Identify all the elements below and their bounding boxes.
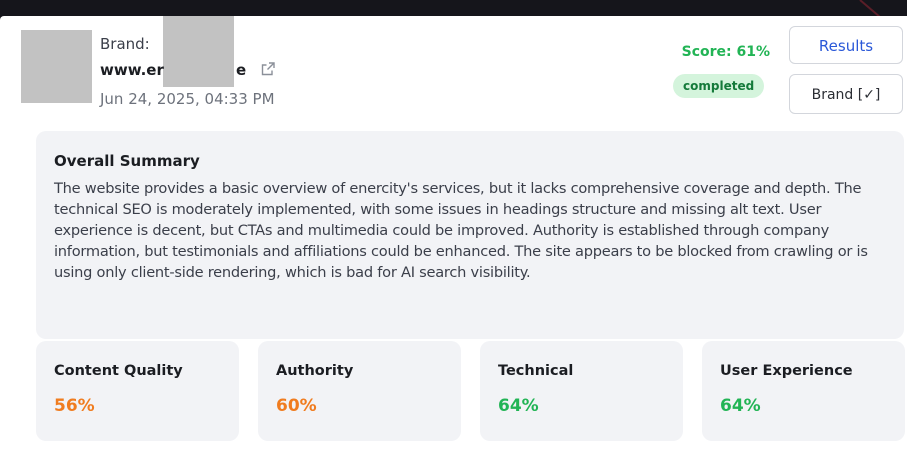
overall-summary-panel: Overall Summary The website provides a b… <box>36 131 904 339</box>
metric-label: Technical <box>498 363 574 379</box>
status-badge: completed <box>673 74 765 98</box>
metric-card-technical: Technical 64% <box>480 341 683 441</box>
brand-button[interactable]: Brand [✓] <box>789 74 903 114</box>
metric-card-authority: Authority 60% <box>258 341 461 441</box>
brand-logo-placeholder <box>21 30 92 103</box>
domain-link-suffix[interactable]: e <box>236 61 246 79</box>
brand-label: Brand: <box>100 35 150 53</box>
redaction-placeholder <box>163 16 234 87</box>
metric-value: 56% <box>54 396 95 416</box>
metric-label: Content Quality <box>54 363 183 379</box>
metric-value: 64% <box>720 396 761 416</box>
results-button[interactable]: Results <box>789 26 903 64</box>
summary-title: Overall Summary <box>54 152 200 170</box>
external-link-icon[interactable] <box>260 61 276 77</box>
metric-label: User Experience <box>720 363 853 379</box>
domain-link[interactable]: www.er <box>100 61 164 79</box>
metric-value: 64% <box>498 396 539 416</box>
summary-text: The website provides a basic overview of… <box>54 180 868 281</box>
metric-label: Authority <box>276 363 354 379</box>
metric-card-content-quality: Content Quality 56% <box>36 341 239 441</box>
metric-value: 60% <box>276 396 317 416</box>
timestamp: Jun 24, 2025, 04:33 PM <box>100 90 275 108</box>
score-text: Score: 61% <box>681 44 770 60</box>
metric-card-user-experience: User Experience 64% <box>702 341 905 441</box>
